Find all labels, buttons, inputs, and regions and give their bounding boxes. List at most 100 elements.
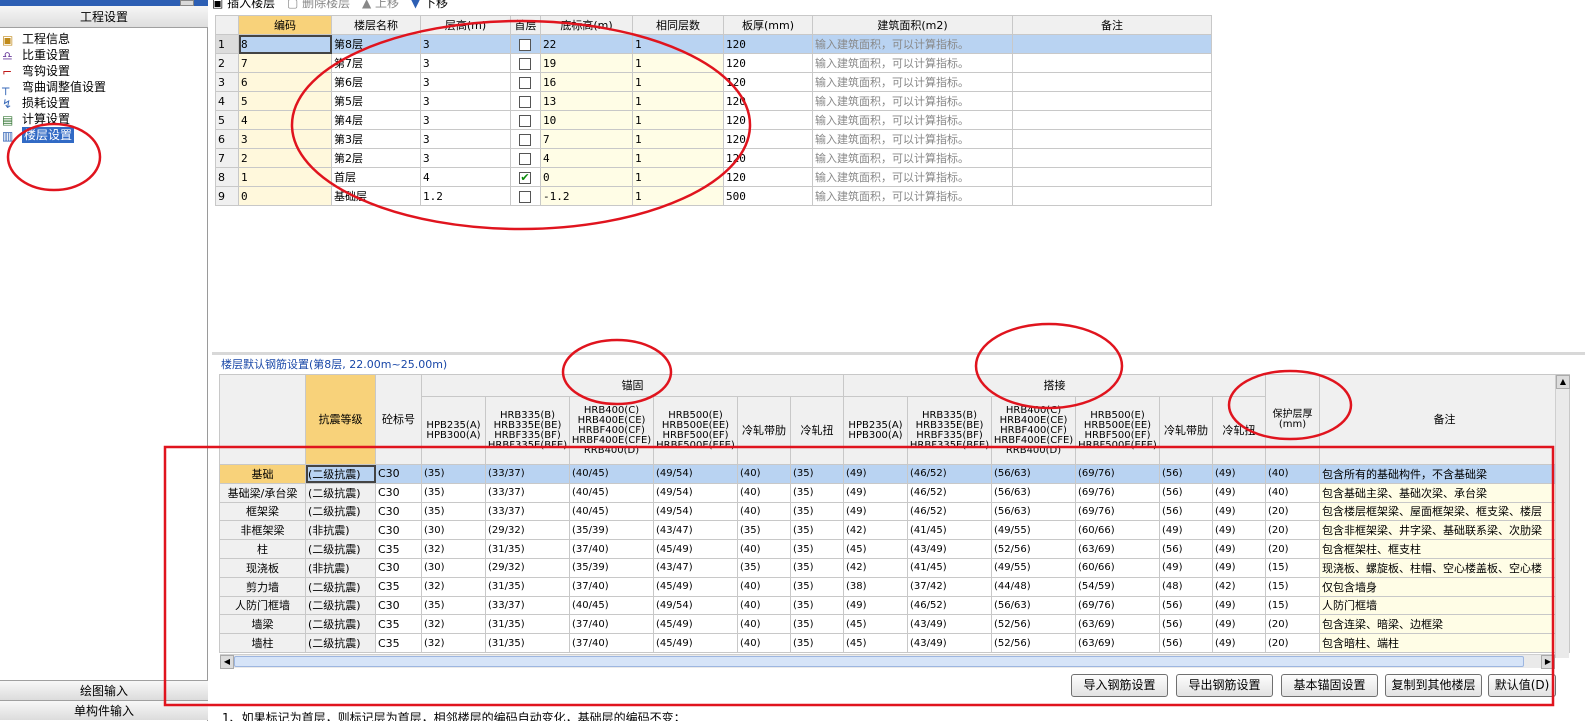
table-row[interactable]: 墙梁 (二级抗震) C35 (32) (31/35) (37/40) (45/49) (40)… — [219, 614, 1570, 635]
rebar-note-header[interactable]: 备注 — [1319, 374, 1570, 465]
lap-value-cell[interactable]: (63/69) — [1075, 633, 1160, 653]
rebar-note-cell[interactable]: 人防门框墙 — [1319, 595, 1570, 616]
concrete-grade-cell[interactable]: C30 — [375, 557, 422, 578]
tree-item[interactable]: ♎ 比重设置 — [2, 47, 106, 63]
anchor-value-cell[interactable]: (43/47) — [653, 520, 738, 541]
default-value-button[interactable]: 默认值(D) — [1488, 674, 1556, 697]
lap-value-cell[interactable]: (60/66) — [1075, 520, 1160, 541]
floor-name-cell[interactable]: 首层 — [331, 167, 421, 187]
same-floors-cell[interactable]: 1 — [632, 129, 724, 149]
anchor-value-cell[interactable]: (35) — [421, 464, 486, 484]
first-floor-checkbox[interactable] — [519, 38, 531, 51]
floor-name-cell[interactable]: 第2层 — [331, 148, 421, 168]
floor-note-cell[interactable] — [1012, 129, 1212, 149]
rebar-note-cell[interactable]: 包含框架柱、框支柱 — [1319, 539, 1570, 559]
anchor-value-cell[interactable]: (33/37) — [485, 482, 570, 503]
slab-thickness-cell[interactable]: 120 — [723, 148, 813, 168]
lap-value-cell[interactable]: (45) — [843, 614, 908, 635]
lap-value-cell[interactable]: (69/76) — [1075, 501, 1160, 522]
anchor-value-cell[interactable]: (49/54) — [653, 482, 738, 503]
lap-value-cell[interactable]: (46/52) — [907, 464, 992, 484]
row-number-header[interactable] — [215, 15, 239, 35]
anchor-value-cell[interactable]: (40/45) — [569, 464, 654, 484]
building-area-cell[interactable]: 输入建筑面积，可以计算指标。 — [812, 34, 1013, 54]
floor-height-cell[interactable]: 3 — [420, 53, 511, 73]
seismic-grade-cell[interactable]: (二级抗震) — [305, 464, 376, 484]
building-area-cell[interactable]: 输入建筑面积，可以计算指标。 — [812, 167, 1013, 187]
slab-thickness-cell[interactable]: 120 — [723, 129, 813, 149]
floor-name-cell[interactable]: 基础层 — [331, 186, 421, 206]
lap-value-cell[interactable]: (45) — [843, 633, 908, 653]
floor-code-cell[interactable]: 4 — [238, 110, 332, 130]
floor-note-cell[interactable] — [1012, 91, 1212, 111]
floor-note-cell[interactable] — [1012, 148, 1212, 168]
lap-value-cell[interactable]: (49) — [843, 595, 908, 616]
anchor-value-cell[interactable]: (49/54) — [653, 501, 738, 522]
tree-item[interactable]: ↯ 损耗设置 — [2, 95, 106, 111]
first-floor-checkbox[interactable] — [519, 76, 531, 89]
anchor-value-cell[interactable]: (31/35) — [485, 576, 570, 597]
anchor-value-cell[interactable]: (31/35) — [485, 539, 570, 559]
rebar-note-cell[interactable]: 包含楼层框架梁、屋面框架梁、框支梁、楼层 — [1319, 501, 1570, 522]
lap-value-cell[interactable]: (37/42) — [907, 576, 992, 597]
anchor-value-cell[interactable]: (40) — [737, 482, 791, 503]
floor-height-header[interactable]: 层高(m) — [420, 15, 511, 35]
floor-note-header[interactable]: 备注 — [1012, 15, 1212, 35]
floor-name-cell[interactable]: 第3层 — [331, 129, 421, 149]
lap-value-cell[interactable]: (69/76) — [1075, 595, 1160, 616]
concrete-grade-cell[interactable]: C35 — [375, 633, 422, 653]
building-area-cell[interactable]: 输入建筑面积，可以计算指标。 — [812, 53, 1013, 73]
bottom-elevation-cell[interactable]: 4 — [540, 148, 633, 168]
tree-item[interactable]: ▣ 工程信息 — [2, 31, 106, 47]
first-floor-checkbox[interactable] — [519, 95, 531, 108]
table-row[interactable]: 剪力墙 (二级抗震) C35 (32) (31/35) (37/40) (45/49) (40… — [219, 576, 1570, 597]
same-floors-cell[interactable]: 1 — [632, 34, 724, 54]
anchor-value-cell[interactable]: (29/32) — [485, 520, 570, 541]
lap-value-cell[interactable]: (41/45) — [907, 520, 992, 541]
tree-item[interactable]: ┬ 弯曲调整值设置 — [2, 79, 106, 95]
slab-thickness-cell[interactable]: 120 — [723, 167, 813, 187]
slab-thickness-cell[interactable]: 120 — [723, 72, 813, 92]
anchor-value-cell[interactable]: (35) — [790, 576, 844, 597]
anchor-value-cell[interactable]: (32) — [421, 633, 486, 653]
bottom-elevation-cell[interactable]: 7 — [540, 129, 633, 149]
lap-value-cell[interactable]: (46/52) — [907, 501, 992, 522]
move-up-button[interactable]: ▲ 上移 — [362, 0, 399, 10]
lap-value-cell[interactable]: (56/63) — [991, 464, 1076, 484]
tree-item[interactable]: ▥ 楼层设置 — [2, 127, 106, 143]
table-row[interactable]: 墙柱 (二级抗震) C35 (32) (31/35) (37/40) (45/49) (40)… — [219, 633, 1570, 653]
floor-height-cell[interactable]: 4 — [420, 167, 511, 187]
panel-splitter[interactable] — [212, 352, 1585, 355]
bottom-elevation-cell[interactable]: 19 — [540, 53, 633, 73]
building-area-header[interactable]: 建筑面积(m2) — [812, 15, 1013, 35]
lap-value-cell[interactable]: (49) — [1212, 520, 1266, 541]
lap-value-cell[interactable]: (38) — [843, 576, 908, 597]
floor-note-cell[interactable] — [1012, 167, 1212, 187]
floor-name-cell[interactable]: 第8层 — [331, 34, 421, 54]
floor-height-cell[interactable]: 3 — [420, 148, 511, 168]
floor-note-cell[interactable] — [1012, 110, 1212, 130]
table-row[interactable]: 框架梁 (二级抗震) C30 (35) (33/37) (40/45) (49/54) (40… — [219, 501, 1570, 522]
floor-note-cell[interactable] — [1012, 53, 1212, 73]
lap-value-cell[interactable]: (49) — [1212, 595, 1266, 616]
bottom-elevation-cell[interactable]: 10 — [540, 110, 633, 130]
floor-code-cell[interactable]: 7 — [238, 53, 332, 73]
first-floor-header[interactable]: 首层 — [510, 15, 541, 35]
cover-thickness-header[interactable]: 保护层厚(mm) — [1265, 374, 1320, 465]
table-row[interactable]: 人防门框墙 (二级抗震) C30 (35) (33/37) (40/45) (49/54)(… — [219, 595, 1570, 616]
anchor-value-cell[interactable]: (35) — [790, 520, 844, 541]
lap-value-cell[interactable]: (49) — [1212, 557, 1266, 578]
anchor-value-cell[interactable]: (35) — [790, 595, 844, 616]
anchor-value-cell[interactable]: (45/49) — [653, 539, 738, 559]
rebar-note-cell[interactable]: 仅包含墙身 — [1319, 576, 1570, 597]
anchor-value-cell[interactable]: (29/32) — [485, 557, 570, 578]
slab-thickness-cell[interactable]: 500 — [723, 186, 813, 206]
lap-value-cell[interactable]: (56) — [1159, 539, 1213, 559]
lap-value-cell[interactable]: (46/52) — [907, 595, 992, 616]
anchor-value-cell[interactable]: (40/45) — [569, 595, 654, 616]
first-floor-checkbox[interactable] — [519, 133, 531, 146]
anchor-value-cell[interactable]: (35) — [790, 557, 844, 578]
delete-floor-button[interactable]: ▢ 删除楼层 — [287, 0, 350, 10]
lap-value-cell[interactable]: (43/49) — [907, 633, 992, 653]
bottom-elevation-header[interactable]: 底标高(m) — [540, 15, 633, 35]
